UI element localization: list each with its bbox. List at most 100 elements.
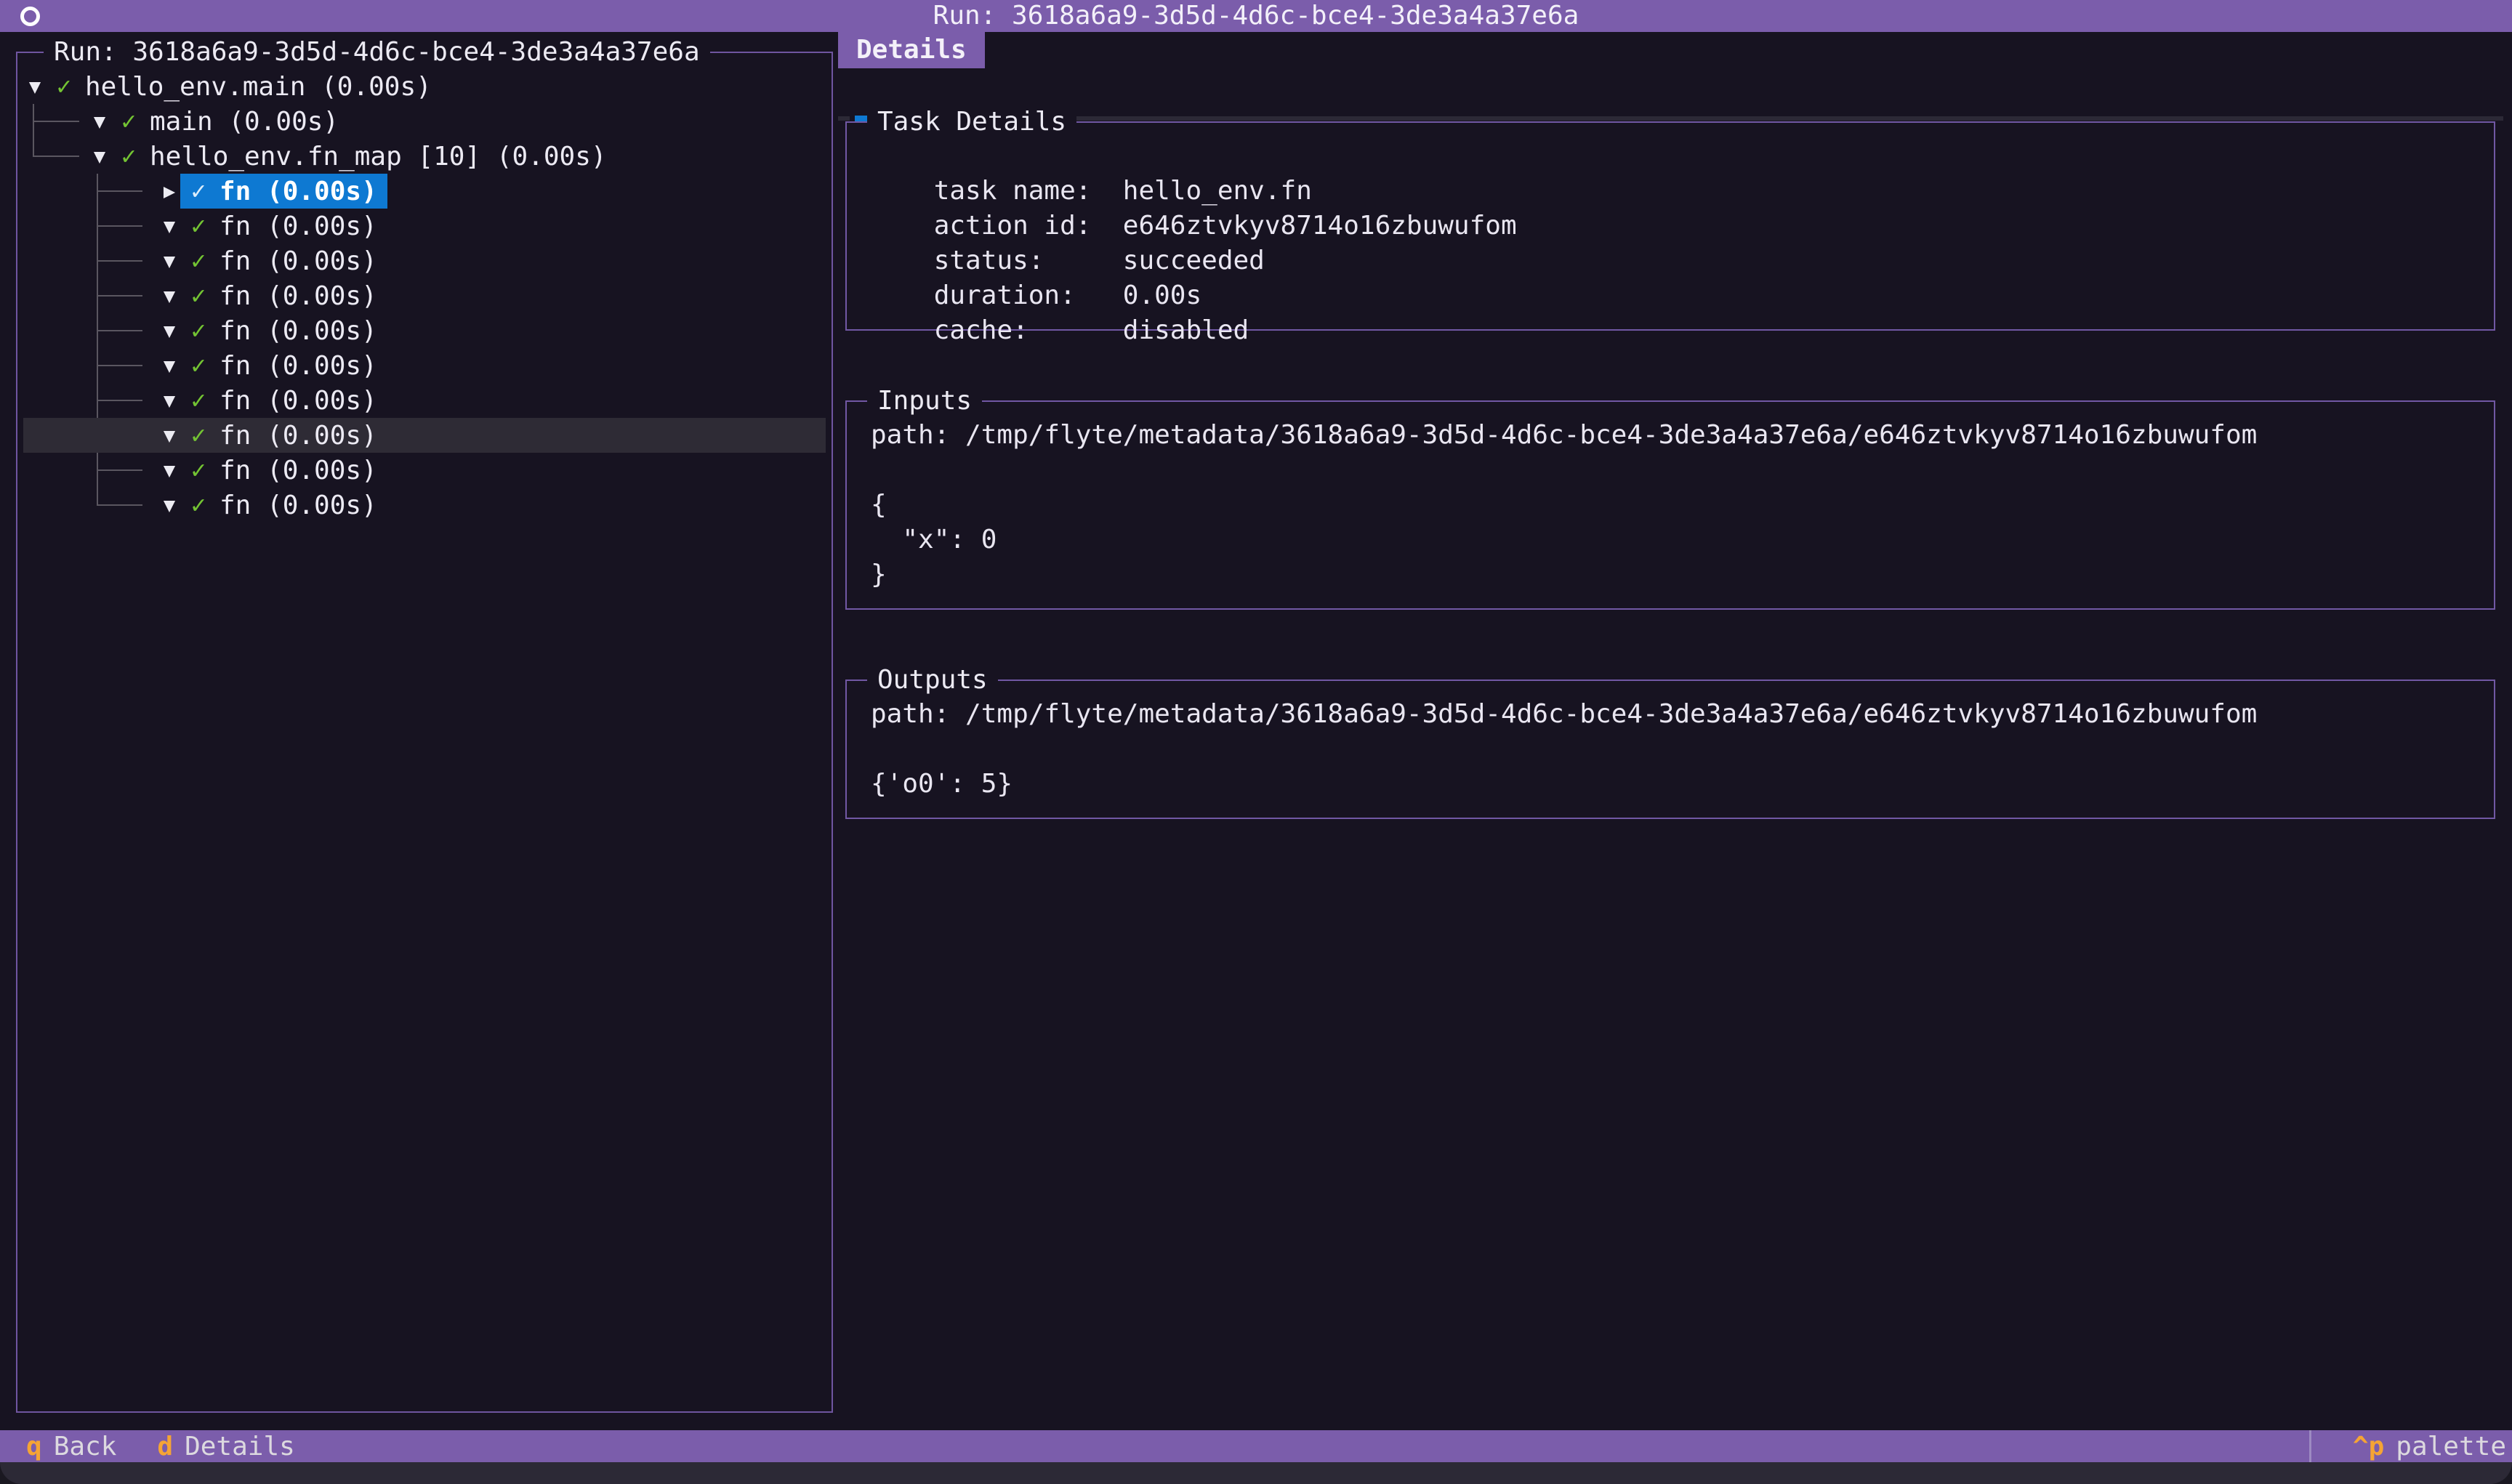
tree-guide-line [33, 139, 34, 156]
field-label: status: [934, 243, 1123, 278]
tree-row-label: hello_env.fn_map [10] (0.00s) [150, 142, 607, 172]
shortcut-key-details[interactable]: d [157, 1432, 173, 1461]
tree-row[interactable]: ▼ ✓ fn (0.00s) [17, 278, 832, 313]
field-label: duration: [934, 278, 1123, 313]
tree-guide-stub [97, 260, 142, 262]
shortcut-key-back[interactable]: q [26, 1432, 42, 1461]
shortcut-label-details[interactable]: Details [185, 1432, 295, 1461]
status-check-icon: ✓ [121, 142, 137, 171]
inputs-body: path: /tmp/flyte/metadata/3618a6a9-3d5d-… [871, 418, 2479, 592]
tree-guide-stub [97, 190, 142, 192]
statusbar-shortcuts: q Back d Details [26, 1430, 336, 1462]
expand-arrow-icon[interactable]: ▼ [160, 459, 179, 482]
tree-row-content: ✓ main (0.00s) [121, 104, 339, 139]
field-label: cache: [934, 313, 1123, 348]
task-detail-row: task name:hello_env.fn [871, 139, 2479, 174]
outputs-section: Outputs path: /tmp/flyte/metadata/3618a6… [845, 680, 2495, 819]
shortcut-label-back[interactable]: Back [54, 1432, 117, 1461]
tree-row-content: ✓ fn (0.00s) [190, 243, 377, 278]
tree-row-label: fn (0.00s) [220, 281, 377, 311]
expand-arrow-icon[interactable]: ▼ [160, 355, 179, 377]
code-line: } [871, 557, 2479, 592]
expand-arrow-icon[interactable]: ▼ [25, 76, 44, 98]
tree-row[interactable]: ▼ ✓ main (0.00s) [17, 104, 832, 139]
run-tree: ▼ ✓ hello_env.main (0.00s) ▼ ✓ main (0.0… [17, 69, 832, 523]
expand-arrow-icon[interactable]: ▼ [160, 390, 179, 412]
code-line [871, 732, 2479, 767]
field-value: e646ztvkyv8714o16zbuwufom [1123, 211, 1517, 241]
tree-row-label: fn (0.00s) [220, 456, 377, 485]
expand-arrow-icon[interactable]: ▼ [90, 110, 109, 133]
code-line: path: /tmp/flyte/metadata/3618a6a9-3d5d-… [871, 418, 2479, 453]
expand-arrow-icon[interactable]: ▼ [160, 285, 179, 307]
tab-details[interactable]: Details [838, 32, 985, 68]
tab-track [977, 116, 2503, 121]
outputs-title: Outputs [867, 663, 998, 698]
tree-row[interactable]: ▼ ✓ fn (0.00s) [17, 313, 832, 348]
tree-row-label: fn (0.00s) [220, 246, 377, 276]
status-check-icon: ✓ [121, 107, 137, 136]
status-check-icon: ✓ [190, 456, 206, 485]
statusbar-divider [2309, 1430, 2311, 1462]
task-details-title: Task Details [867, 105, 1076, 140]
code-line: path: /tmp/flyte/metadata/3618a6a9-3d5d-… [871, 697, 2479, 732]
status-check-icon: ✓ [56, 72, 72, 101]
expand-arrow-icon[interactable]: ▼ [160, 215, 179, 238]
tree-row[interactable]: ▼ ✓ fn (0.00s) [17, 348, 832, 383]
tree-guide-stub [33, 156, 79, 157]
status-check-icon: ✓ [190, 177, 206, 206]
tab-track [838, 116, 850, 121]
app-window: Run: 3618a6a9-3d5d-4d6c-bce4-3de3a4a37e6… [0, 0, 2512, 1484]
status-check-icon: ✓ [190, 386, 206, 415]
shortcut-key-palette[interactable]: ^p [2353, 1432, 2384, 1461]
tree-row-label: fn (0.00s) [220, 386, 377, 416]
inputs-title: Inputs [867, 384, 982, 419]
tree-row[interactable]: ▼ ✓ fn (0.00s) [17, 418, 832, 453]
tree-row-label: hello_env.main (0.00s) [85, 72, 432, 102]
tree-row[interactable]: ▶ ✓ fn (0.00s) [17, 174, 832, 209]
tree-row-content: ✓ fn (0.00s) [180, 174, 387, 209]
expand-arrow-icon[interactable]: ▼ [160, 424, 179, 447]
tree-row[interactable]: ▼ ✓ fn (0.00s) [17, 383, 832, 418]
run-tree-panel: Run: 3618a6a9-3d5d-4d6c-bce4-3de3a4a37e6… [16, 52, 833, 1413]
code-line [871, 453, 2479, 488]
tree-guide-line [97, 488, 98, 505]
tree-row[interactable]: ▼ ✓ fn (0.00s) [17, 209, 832, 243]
tree-row-label: fn (0.00s) [220, 421, 377, 451]
tree-row[interactable]: ▼ ✓ hello_env.fn_map [10] (0.00s) [17, 139, 832, 174]
code-line: "x": 0 [871, 523, 2479, 557]
field-label: action id: [934, 209, 1123, 243]
tree-row-content: ✓ fn (0.00s) [190, 418, 377, 453]
tree-row-label: fn (0.00s) [220, 316, 377, 346]
field-value: disabled [1123, 315, 1249, 345]
expand-arrow-icon[interactable]: ▼ [160, 494, 179, 517]
tree-row[interactable]: ▼ ✓ fn (0.00s) [17, 243, 832, 278]
window-bottom-edge [0, 1462, 2512, 1484]
main-content: Run: 3618a6a9-3d5d-4d6c-bce4-3de3a4a37e6… [0, 32, 2512, 1430]
statusbar-palette: ^p palette [2353, 1430, 2506, 1462]
tree-row-label: fn (0.00s) [220, 491, 377, 520]
expand-arrow-icon[interactable]: ▼ [90, 145, 109, 168]
tree-guide-stub [97, 400, 142, 401]
expand-arrow-icon[interactable]: ▶ [160, 180, 179, 203]
status-check-icon: ✓ [190, 246, 206, 275]
tree-row-label: main (0.00s) [150, 107, 339, 137]
tree-row-label: fn (0.00s) [220, 211, 377, 241]
status-check-icon: ✓ [190, 281, 206, 310]
tree-guide-stub [33, 121, 79, 122]
expand-arrow-icon[interactable]: ▼ [160, 250, 179, 273]
tree-guide-stub [97, 365, 142, 366]
tree-row-label: fn (0.00s) [220, 351, 377, 381]
tree-row-content: ✓ fn (0.00s) [190, 313, 377, 348]
status-bar: q Back d Details ^p palette [0, 1430, 2512, 1462]
expand-arrow-icon[interactable]: ▼ [160, 320, 179, 342]
tree-row[interactable]: ▼ ✓ fn (0.00s) [17, 453, 832, 488]
tree-guide-stub [97, 469, 142, 471]
tree-row[interactable]: ▼ ✓ fn (0.00s) [17, 488, 832, 523]
tree-row[interactable]: ▼ ✓ hello_env.main (0.00s) [17, 69, 832, 104]
status-check-icon: ✓ [190, 316, 206, 345]
tree-guide-stub [97, 295, 142, 297]
tree-guide-stub [97, 330, 142, 331]
cursor-row-highlight [23, 418, 826, 453]
shortcut-label-palette[interactable]: palette [2396, 1432, 2506, 1461]
